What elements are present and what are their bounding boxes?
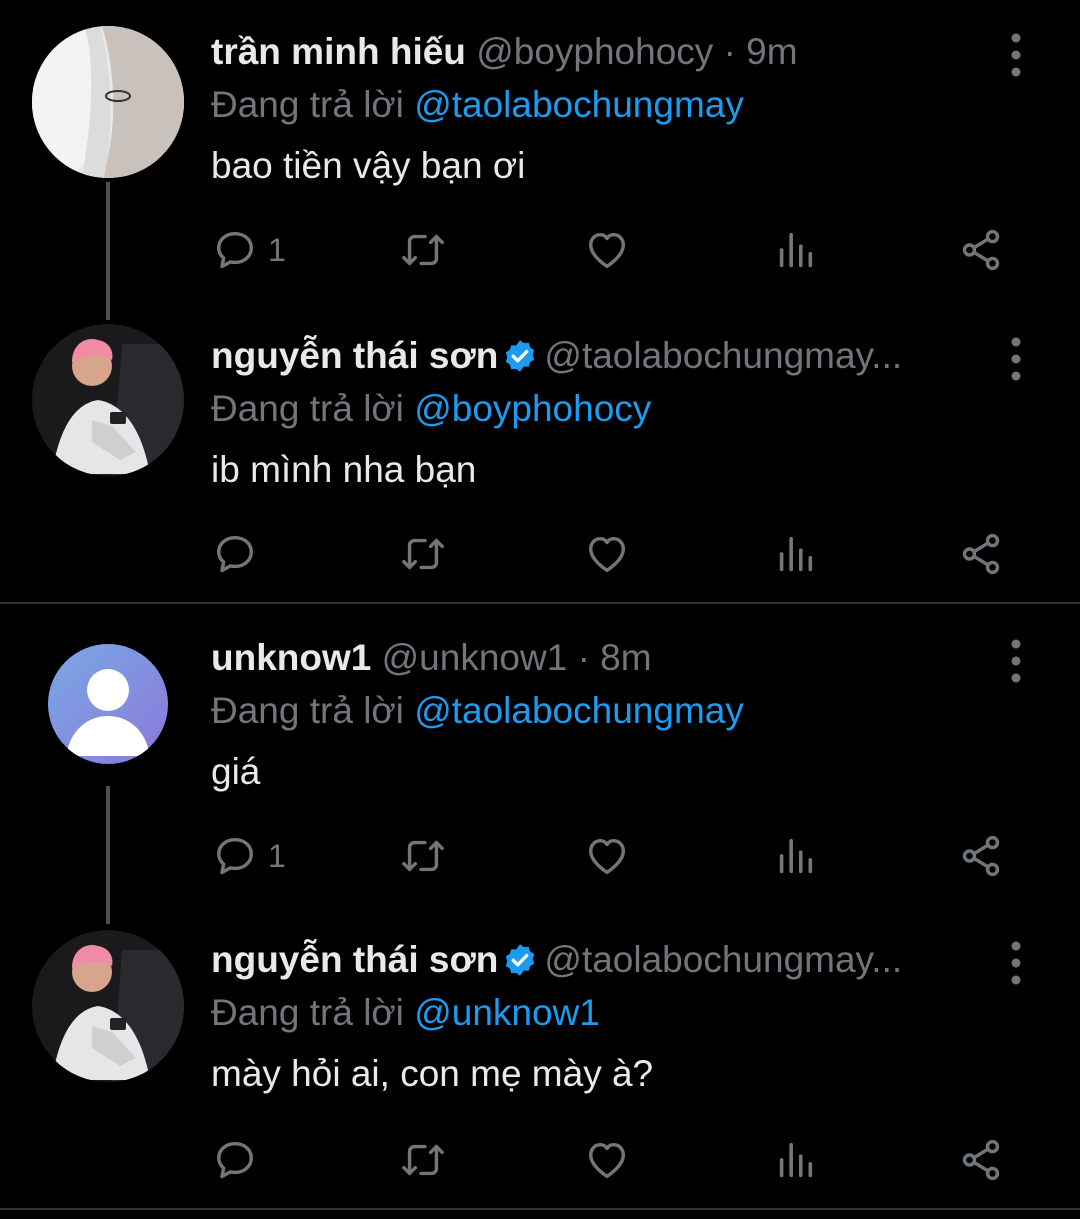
tweet-header: unknow1 @unknow1 · 8m: [211, 632, 652, 684]
verified-badge-icon: [502, 942, 538, 978]
retweet-button[interactable]: [400, 826, 446, 886]
more-vertical-icon[interactable]: [1004, 336, 1028, 382]
tweet-text: giá: [211, 751, 261, 792]
retweet-icon: [400, 227, 446, 273]
avatar[interactable]: [32, 930, 184, 1082]
replying-label: Đang trả lời: [211, 388, 404, 429]
like-button[interactable]: [584, 524, 630, 584]
views-icon: [772, 833, 818, 879]
avatar[interactable]: [48, 644, 168, 764]
tweet-header: trần minh hiếu @boyphohocy · 9m: [211, 26, 798, 78]
user-handle[interactable]: @taolabochungmay...: [544, 939, 902, 980]
heart-icon: [584, 1137, 630, 1183]
retweet-button[interactable]: [400, 524, 446, 584]
avatar-image: [32, 324, 184, 476]
tweet-text: bao tiền vậy bạn ơi: [211, 145, 526, 186]
reply-icon: [212, 833, 258, 879]
like-button[interactable]: [584, 826, 630, 886]
heart-icon: [584, 833, 630, 879]
avatar[interactable]: [32, 324, 184, 476]
user-handle[interactable]: @unknow1: [382, 637, 568, 678]
share-icon: [958, 833, 1004, 879]
replying-label: Đang trả lời: [211, 690, 404, 731]
retweet-icon: [400, 833, 446, 879]
tweet-header: nguyễn thái sơn @taolabochungmay...: [211, 934, 902, 986]
avatar-image: [32, 26, 184, 178]
tweet-actions: [0, 524, 1080, 584]
tweet-header: nguyễn thái sơn @taolabochungmay...: [211, 330, 902, 382]
share-icon: [958, 1137, 1004, 1183]
reply-button[interactable]: 1: [212, 220, 286, 280]
tweet-actions: [0, 1130, 1080, 1190]
reply-icon: [212, 227, 258, 273]
retweet-icon: [400, 531, 446, 577]
avatar[interactable]: [32, 26, 184, 178]
views-icon: [772, 1137, 818, 1183]
more-vertical-icon[interactable]: [1004, 940, 1028, 986]
replying-to: Đang trả lời @unknow1: [211, 990, 600, 1036]
display-name[interactable]: unknow1: [211, 637, 371, 678]
timestamp[interactable]: · 8m: [578, 637, 652, 678]
share-button[interactable]: [958, 826, 1004, 886]
user-handle[interactable]: @taolabochungmay...: [544, 335, 902, 376]
tweet[interactable]: nguyễn thái sơn @taolabochungmay... Đang …: [0, 324, 1080, 600]
reply-count: 1: [268, 837, 286, 874]
reply-icon: [212, 531, 258, 577]
replying-to: Đang trả lời @taolabochungmay: [211, 688, 744, 734]
replying-to: Đang trả lời @boyphohocy: [211, 386, 651, 432]
retweet-button[interactable]: [400, 220, 446, 280]
views-button[interactable]: [772, 826, 818, 886]
like-button[interactable]: [584, 220, 630, 280]
views-button[interactable]: [772, 524, 818, 584]
heart-icon: [584, 531, 630, 577]
tweet-actions: 1: [0, 220, 1080, 280]
tweet-text: mày hỏi ai, con mẹ mày à?: [211, 1053, 654, 1094]
more-vertical-icon[interactable]: [1004, 32, 1028, 78]
mention-link[interactable]: @taolabochungmay: [414, 84, 744, 125]
replying-to: Đang trả lời @taolabochungmay: [211, 82, 744, 128]
views-icon: [772, 531, 818, 577]
share-icon: [958, 531, 1004, 577]
replying-label: Đang trả lời: [211, 992, 404, 1033]
share-button[interactable]: [958, 524, 1004, 584]
tweet-divider: [0, 1208, 1080, 1210]
more-vertical-icon[interactable]: [1004, 638, 1028, 684]
reply-icon: [212, 1137, 258, 1183]
reply-count: 1: [268, 231, 286, 268]
share-button[interactable]: [958, 220, 1004, 280]
mention-link[interactable]: @boyphohocy: [414, 388, 651, 429]
retweet-icon: [400, 1137, 446, 1183]
share-button[interactable]: [958, 1130, 1004, 1190]
reply-button[interactable]: 1: [212, 826, 286, 886]
avatar-image: [32, 930, 184, 1082]
tweet[interactable]: trần minh hiếu @boyphohocy · 9m Đang trả…: [0, 26, 1080, 306]
tweet[interactable]: unknow1 @unknow1 · 8m Đang trả lời @taol…: [0, 632, 1080, 912]
retweet-button[interactable]: [400, 1130, 446, 1190]
views-button[interactable]: [772, 220, 818, 280]
user-handle[interactable]: @boyphohocy: [476, 31, 713, 72]
mention-link[interactable]: @taolabochungmay: [414, 690, 744, 731]
tweet-text: ib mình nha bạn: [211, 449, 477, 490]
views-icon: [772, 227, 818, 273]
reply-button[interactable]: [212, 1130, 258, 1190]
share-icon: [958, 227, 1004, 273]
default-avatar-icon: [48, 644, 168, 764]
like-button[interactable]: [584, 1130, 630, 1190]
mention-link[interactable]: @unknow1: [414, 992, 600, 1033]
heart-icon: [584, 227, 630, 273]
views-button[interactable]: [772, 1130, 818, 1190]
tweet-divider: [0, 602, 1080, 604]
replying-label: Đang trả lời: [211, 84, 404, 125]
tweet-actions: 1: [0, 826, 1080, 886]
display-name[interactable]: trần minh hiếu: [211, 31, 466, 72]
display-name[interactable]: nguyễn thái sơn: [211, 939, 498, 980]
verified-badge-icon: [502, 338, 538, 374]
reply-button[interactable]: [212, 524, 258, 584]
display-name[interactable]: nguyễn thái sơn: [211, 335, 498, 376]
timestamp[interactable]: · 9m: [724, 31, 798, 72]
tweet[interactable]: nguyễn thái sơn @taolabochungmay... Đang …: [0, 930, 1080, 1204]
